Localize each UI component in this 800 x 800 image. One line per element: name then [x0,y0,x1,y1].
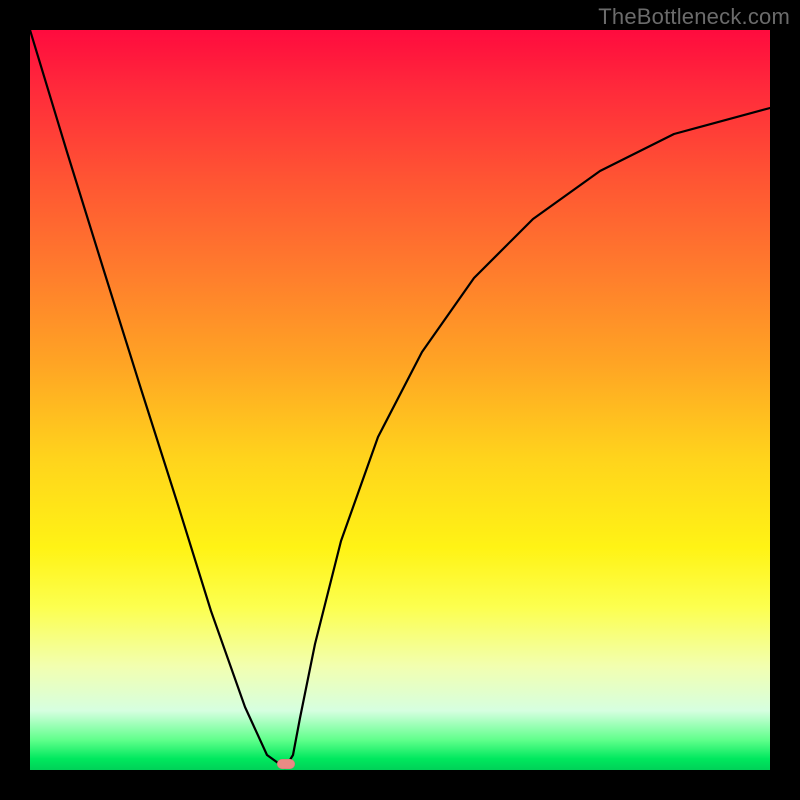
bottleneck-curve [30,30,770,770]
chart-frame: TheBottleneck.com [0,0,800,800]
watermark-text: TheBottleneck.com [598,4,790,30]
curve-path [30,30,770,768]
optimum-marker [277,759,295,769]
plot-area [30,30,770,770]
